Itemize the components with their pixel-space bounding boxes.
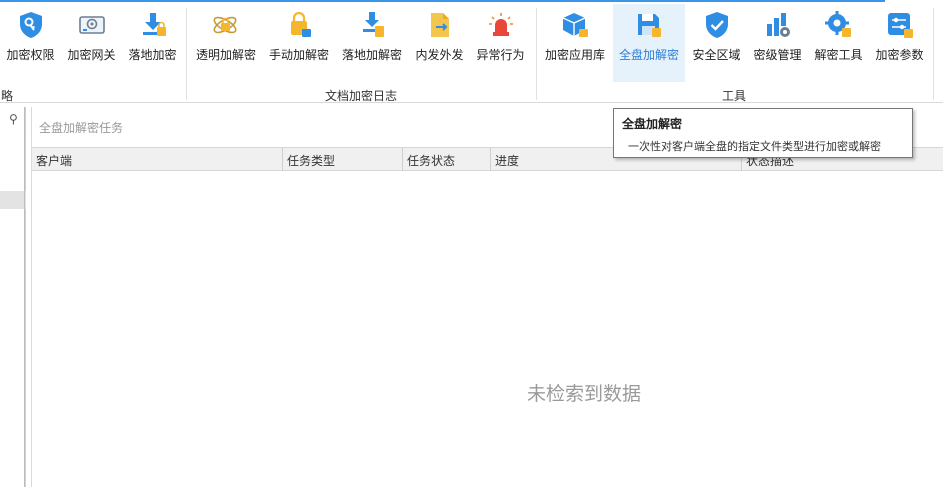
- gear-lock-icon: [824, 11, 851, 37]
- sliders-lock-icon: [887, 13, 913, 38]
- task-title: 全盘加解密任务: [39, 121, 124, 135]
- security-level-label: 密级管理: [753, 48, 802, 62]
- secure-area-button[interactable]: 安全区域: [689, 4, 744, 82]
- left-search-box[interactable]: ⚲: [0, 110, 26, 132]
- download-file-lock-icon: [363, 12, 384, 37]
- column-progress[interactable]: 进度: [495, 152, 519, 169]
- panel-splitter[interactable]: [24, 107, 25, 487]
- abnormal-behavior-label: 异常行为: [476, 48, 525, 62]
- selected-tree-row[interactable]: [0, 191, 26, 209]
- encrypt-gateway-button[interactable]: 加密网关: [64, 4, 119, 82]
- decrypt-tool-label: 解密工具: [814, 48, 863, 62]
- abnormal-behavior-button[interactable]: 异常行为: [473, 4, 528, 82]
- manual-crypto-label: 手动加解密: [268, 48, 329, 62]
- encrypt-params-button[interactable]: 加密参数: [872, 4, 927, 82]
- transparent-crypto-button[interactable]: 透明加解密: [193, 4, 259, 82]
- tooltip-body: 一次性对客户端全盘的指定文件类型进行加密或解密: [628, 140, 881, 153]
- column-divider[interactable]: [402, 148, 403, 171]
- group-label-tools: 工具: [722, 89, 747, 103]
- manual-crypto-button[interactable]: 手动加解密: [266, 4, 332, 82]
- security-level-button[interactable]: 密级管理: [750, 4, 805, 82]
- gateway-device-icon: [78, 16, 105, 34]
- bar-chart-gear-icon: [766, 13, 790, 37]
- landing-encrypt-button[interactable]: 落地加密: [125, 4, 180, 82]
- column-divider[interactable]: [490, 148, 491, 171]
- column-client[interactable]: 客户端: [36, 152, 72, 169]
- full-disk-crypto-label: 全盘加解密: [618, 48, 679, 62]
- column-task-type[interactable]: 任务类型: [287, 152, 335, 169]
- shield-key-icon: [19, 12, 42, 38]
- encrypt-permission-button[interactable]: 加密权限: [3, 4, 58, 82]
- group-label-log: 文档加密日志: [325, 89, 398, 103]
- internal-external-send-label: 内发外发: [415, 48, 464, 62]
- full-disk-crypto-button[interactable]: 全盘加解密: [613, 4, 685, 82]
- atom-lock-icon: [213, 16, 237, 34]
- tooltip-title: 全盘加解密: [622, 117, 683, 131]
- group-separator: [186, 8, 187, 100]
- disk-save-lock-icon: [638, 14, 661, 37]
- secure-area-label: 安全区域: [692, 48, 741, 62]
- transparent-crypto-label: 透明加解密: [195, 48, 256, 62]
- encrypt-app-library-button[interactable]: 加密应用库: [542, 4, 608, 82]
- file-send-icon: [430, 13, 449, 37]
- main-content: 全盘加解密任务 客户端 任务类型 任务状态 进度 状态描述 未检索到数据: [31, 107, 943, 487]
- hand-lock-icon: [291, 11, 311, 37]
- download-lock-icon: [142, 13, 166, 36]
- landing-crypto-button[interactable]: 落地加解密: [339, 4, 405, 82]
- tooltip-full-disk-crypto: 全盘加解密 一次性对客户端全盘的指定文件类型进行加密或解密: [613, 108, 913, 158]
- internal-external-send-button[interactable]: 内发外发: [412, 4, 467, 82]
- encrypt-gateway-label: 加密网关: [67, 48, 116, 62]
- encrypt-app-library-label: 加密应用库: [544, 48, 605, 62]
- decrypt-tool-button[interactable]: 解密工具: [811, 4, 866, 82]
- group-separator: [536, 8, 537, 100]
- left-tree-panel: ⚲: [0, 107, 26, 487]
- landing-encrypt-label: 落地加密: [128, 48, 177, 62]
- group-label-strategy: 略: [1, 89, 14, 103]
- ribbon-toolbar: 加密权限 加密网关 落地加密 透明加解密 手动加解密 落地加解密 内发外发 异常…: [0, 2, 943, 103]
- encrypt-params-label: 加密参数: [875, 48, 924, 62]
- cube-lock-icon: [562, 13, 588, 37]
- landing-crypto-label: 落地加解密: [341, 48, 402, 62]
- alarm-light-icon: [488, 13, 513, 36]
- column-task-status[interactable]: 任务状态: [407, 152, 455, 169]
- search-icon[interactable]: ⚲: [9, 112, 18, 126]
- group-separator: [933, 8, 934, 100]
- shield-check-icon: [705, 12, 728, 38]
- column-divider[interactable]: [282, 148, 283, 171]
- empty-state-text: 未检索到数据: [527, 383, 642, 405]
- encrypt-permission-label: 加密权限: [6, 48, 55, 62]
